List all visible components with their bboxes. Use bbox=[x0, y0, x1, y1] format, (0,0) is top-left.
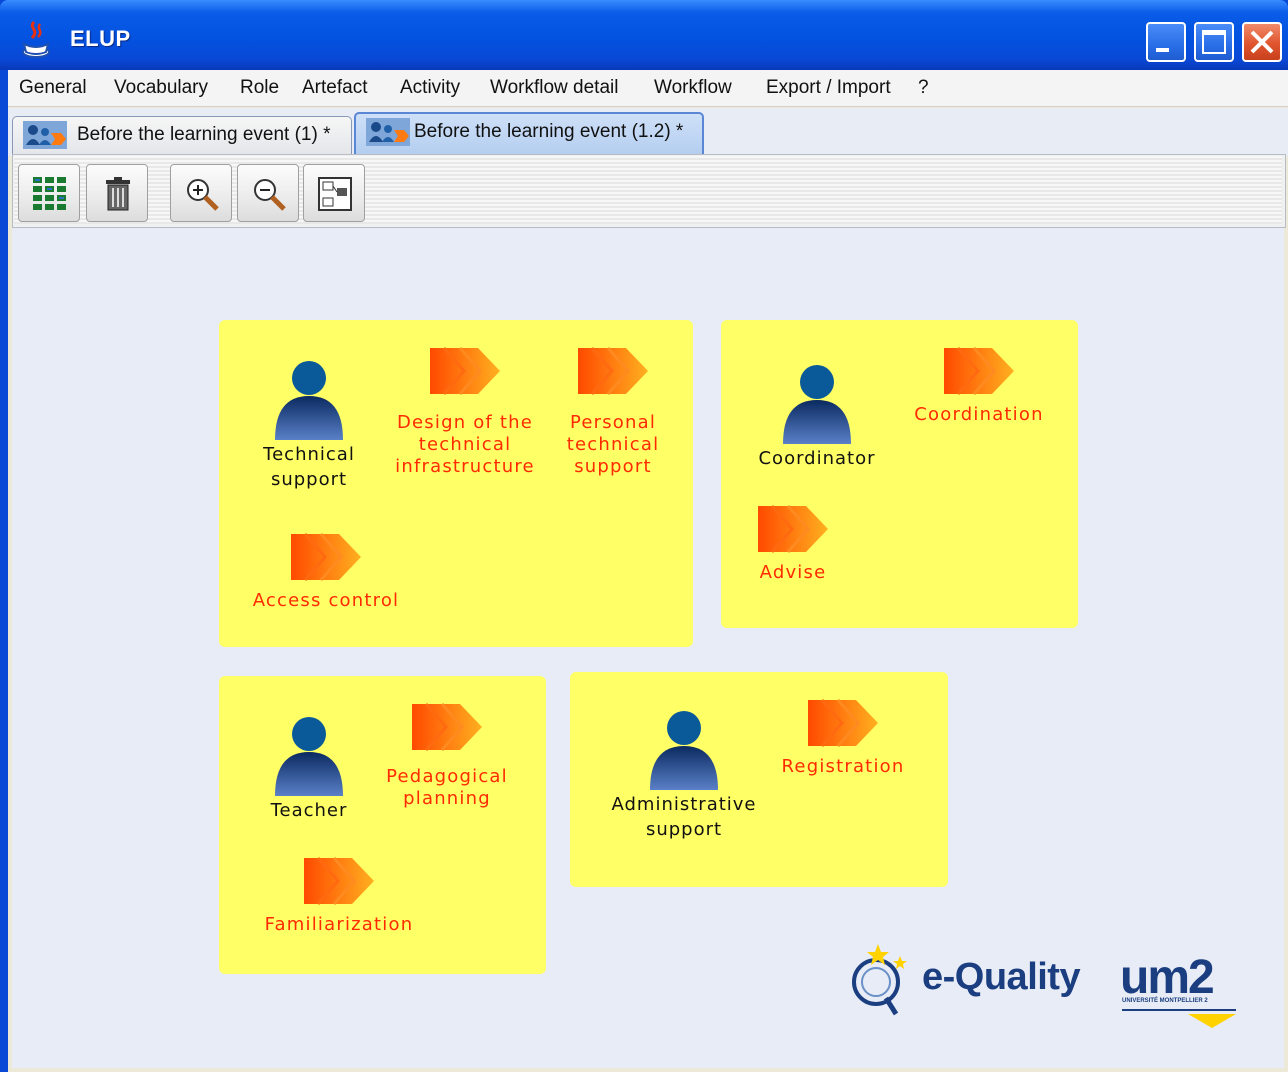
maximize-button[interactable] bbox=[1194, 22, 1234, 62]
activity-arrow-icon bbox=[291, 533, 361, 581]
role-coordinator[interactable]: Coordinator bbox=[742, 362, 892, 471]
menu-activity[interactable]: Activity bbox=[400, 77, 460, 99]
activity-advise[interactable]: Advise bbox=[708, 504, 878, 584]
person-icon bbox=[275, 717, 343, 796]
activity-arrow-icon bbox=[430, 347, 500, 395]
menu-help[interactable]: ? bbox=[918, 77, 929, 99]
role-activity-icon bbox=[23, 121, 67, 149]
delete-button[interactable] bbox=[86, 164, 148, 222]
menu-workflow-detail[interactable]: Workflow detail bbox=[490, 77, 618, 99]
activity-label: Registration bbox=[781, 756, 905, 777]
maximize-icon bbox=[1202, 30, 1226, 54]
equality-logo-text: e-Quality bbox=[922, 956, 1081, 998]
grid-layout-icon bbox=[33, 177, 66, 210]
tab-label: Before the learning event (1) * bbox=[77, 124, 331, 145]
activity-label: Familiarization bbox=[264, 914, 414, 935]
activity-personal-technical-support[interactable]: Personal technical support bbox=[528, 346, 698, 478]
activity-arrow-icon bbox=[944, 347, 1014, 395]
minimize-button[interactable] bbox=[1146, 22, 1186, 62]
minimize-icon bbox=[1156, 48, 1169, 52]
role-label: Coordinator bbox=[758, 448, 876, 469]
activity-design-technical-infrastructure[interactable]: Design of the technical infrastructure bbox=[380, 346, 550, 478]
um2-logo-text: um2 bbox=[1120, 951, 1215, 1004]
tab-before-learning-event-1-2[interactable]: Before the learning event (1.2) * bbox=[354, 112, 704, 154]
trash-icon bbox=[106, 177, 130, 211]
close-icon bbox=[1250, 30, 1274, 54]
activity-arrow-icon bbox=[578, 347, 648, 395]
java-cup-icon bbox=[22, 20, 50, 58]
person-icon bbox=[783, 365, 851, 444]
activity-registration[interactable]: Registration bbox=[758, 698, 928, 778]
window-title: ELUP bbox=[70, 26, 131, 51]
menu-workflow[interactable]: Workflow bbox=[654, 77, 732, 99]
role-label: Technical support bbox=[263, 444, 355, 490]
role-technical-support[interactable]: Technical support bbox=[234, 358, 384, 492]
tab-label: Before the learning event (1.2) * bbox=[414, 121, 684, 142]
activity-label: Pedagogical planning bbox=[386, 766, 508, 809]
activity-label: Personal technical support bbox=[566, 412, 660, 477]
zoom-out-button[interactable] bbox=[237, 164, 299, 222]
menu-bar: General Vocabulary Role Artefact Activit… bbox=[8, 70, 1288, 107]
person-icon bbox=[650, 711, 718, 790]
grid-layout-button[interactable] bbox=[18, 164, 80, 222]
menu-general[interactable]: General bbox=[19, 77, 87, 99]
fit-diagram-button[interactable] bbox=[303, 164, 365, 222]
activity-access-control[interactable]: Access control bbox=[241, 532, 411, 612]
close-button[interactable] bbox=[1242, 22, 1282, 62]
title-bar[interactable]: ELUP bbox=[0, 0, 1288, 70]
activity-arrow-icon bbox=[412, 703, 482, 751]
menu-vocabulary[interactable]: Vocabulary bbox=[114, 77, 208, 99]
tab-before-learning-event-1[interactable]: Before the learning event (1) * bbox=[12, 116, 352, 154]
activity-arrow-icon bbox=[808, 699, 878, 747]
fit-diagram-icon bbox=[318, 177, 352, 211]
activity-familiarization[interactable]: Familiarization bbox=[254, 856, 424, 936]
person-icon bbox=[275, 361, 343, 440]
zoom-out-icon bbox=[254, 179, 286, 211]
zoom-in-button[interactable] bbox=[170, 164, 232, 222]
activity-coordination[interactable]: Coordination bbox=[894, 346, 1064, 426]
activity-label: Access control bbox=[252, 590, 400, 611]
menu-export-import[interactable]: Export / Import bbox=[766, 77, 891, 99]
role-label: Administrative support bbox=[611, 794, 757, 840]
activity-label: Coordination bbox=[914, 404, 1044, 425]
role-administrative-support[interactable]: Administrative support bbox=[604, 708, 764, 842]
menu-artefact[interactable]: Artefact bbox=[302, 77, 367, 99]
menu-role[interactable]: Role bbox=[240, 77, 279, 99]
activity-label: Advise bbox=[759, 562, 827, 583]
activity-pedagogical-planning[interactable]: Pedagogical planning bbox=[362, 702, 532, 810]
activity-arrow-icon bbox=[304, 857, 374, 905]
activity-label: Design of the technical infrastructure bbox=[395, 412, 535, 477]
role-activity-icon bbox=[366, 118, 410, 146]
zoom-in-icon bbox=[187, 179, 219, 211]
activity-arrow-icon bbox=[758, 505, 828, 553]
um2-logo-subtitle: UNIVERSITÉ MONTPELLIER 2 bbox=[1122, 998, 1208, 1004]
